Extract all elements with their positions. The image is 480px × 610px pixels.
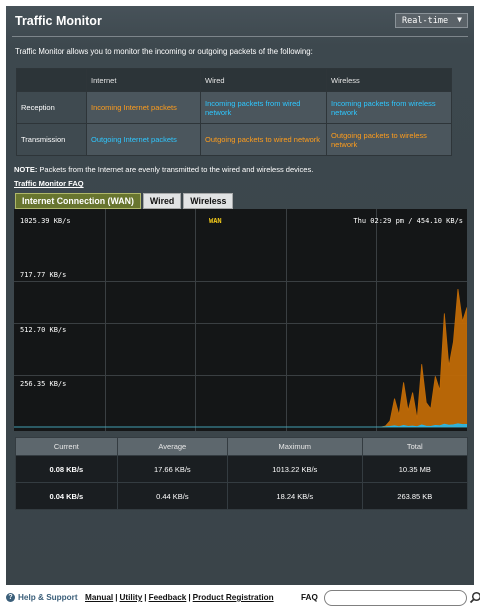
divider (12, 36, 468, 37)
sent-current: 0.04 KB/s (15, 482, 118, 510)
help-support-label: Help & Support (18, 593, 78, 602)
traffic-monitor-faq-link[interactable]: Traffic Monitor FAQ (14, 179, 84, 188)
table-row: Transmission Outgoing Internet packets O… (16, 123, 452, 156)
manual-link[interactable]: Manual (85, 593, 113, 602)
column-header: Wireless (326, 68, 452, 92)
stats-header: Total (361, 437, 469, 456)
search-icon[interactable] (469, 591, 480, 604)
y-axis-label: 717.77 KB/s (20, 271, 67, 279)
y-axis-label: 512.70 KB/s (20, 326, 67, 334)
note-prefix: NOTE: (14, 165, 38, 174)
note-body: Packets from the Internet are evenly tra… (37, 165, 314, 174)
table-cell: Outgoing Internet packets (86, 123, 201, 156)
sent-maximum: 18.24 KB/s (226, 482, 363, 510)
footer-links: Manual | Utility | Feedback | Product Registra… (85, 593, 274, 602)
mode-select[interactable]: Real-time ▼ (395, 13, 468, 28)
sent-total: 263.85 KB (361, 482, 469, 510)
page-title: Traffic Monitor (15, 14, 102, 28)
feedback-link[interactable]: Feedback (149, 593, 187, 602)
product-registration-link[interactable]: Product Registration (193, 593, 274, 602)
received-traffic-area (14, 289, 467, 428)
tab-wireless[interactable]: Wireless (183, 193, 234, 209)
sent-average: 0.44 KB/s (116, 482, 228, 510)
faq-label: FAQ (301, 593, 318, 602)
table-cell: Incoming Internet packets (86, 91, 201, 124)
traffic-monitor-panel: Traffic Monitor Real-time ▼ Traffic Moni… (6, 6, 474, 585)
series-label: WAN (209, 217, 222, 225)
traffic-graph: WAN Thu 02:29 pm / 454.10 KB/s 1025.39 K… (14, 209, 467, 431)
received-total: 10.35 MB (361, 455, 469, 483)
note-text: NOTE: Packets from the Internet are even… (14, 165, 313, 174)
footer: ? Help & Support Manual | Utility | Feedback… (6, 588, 480, 608)
time-readout: Thu 02:29 pm / 454.10 KB/s (353, 217, 463, 225)
stats-header: Average (116, 437, 228, 456)
table-cell: Outgoing packets to wireless network (326, 123, 452, 156)
y-axis-label: 256.35 KB/s (20, 380, 67, 388)
packets-table: Internet Wired Wireless Reception Incomi… (16, 68, 452, 156)
chevron-down-icon: ▼ (457, 15, 462, 24)
received-current: 0.08 KB/s (15, 455, 118, 483)
tab-wired[interactable]: Wired (142, 193, 182, 209)
table-row: Reception Incoming Internet packets Inco… (16, 91, 452, 124)
utility-link[interactable]: Utility (120, 593, 143, 602)
table-cell: Incoming packets from wireless network (326, 91, 452, 124)
mode-select-value: Real-time (402, 16, 449, 26)
table-cell: Incoming packets from wired network (200, 91, 327, 124)
table-cell: Outgoing packets to wired network (200, 123, 327, 156)
tab-bar: Internet Connection (WAN) Wired Wireless (15, 193, 235, 209)
column-header: Internet (86, 68, 201, 92)
stats-header: Maximum (226, 437, 363, 456)
received-average: 17.66 KB/s (116, 455, 228, 483)
table-row: 0.04 KB/s 0.44 KB/s 18.24 KB/s 263.85 KB (15, 482, 469, 510)
row-label: Transmission (16, 123, 87, 156)
received-maximum: 1013.22 KB/s (226, 455, 363, 483)
stats-header: Current (15, 437, 118, 456)
stats-table: Current Average Maximum Total 0.08 KB/s … (15, 437, 469, 510)
faq-search-input[interactable] (324, 590, 467, 606)
tab-internet-connection[interactable]: Internet Connection (WAN) (15, 193, 141, 209)
column-header: Wired (200, 68, 327, 92)
help-support-link[interactable]: ? Help & Support (6, 593, 78, 602)
table-row: 0.08 KB/s 17.66 KB/s 1013.22 KB/s 10.35 … (15, 455, 469, 483)
table-corner (16, 68, 87, 92)
y-axis-label: 1025.39 KB/s (20, 217, 71, 225)
traffic-chart-svg (14, 209, 467, 431)
description-text: Traffic Monitor allows you to monitor th… (15, 47, 313, 56)
row-label: Reception (16, 91, 87, 124)
question-icon: ? (6, 593, 15, 602)
